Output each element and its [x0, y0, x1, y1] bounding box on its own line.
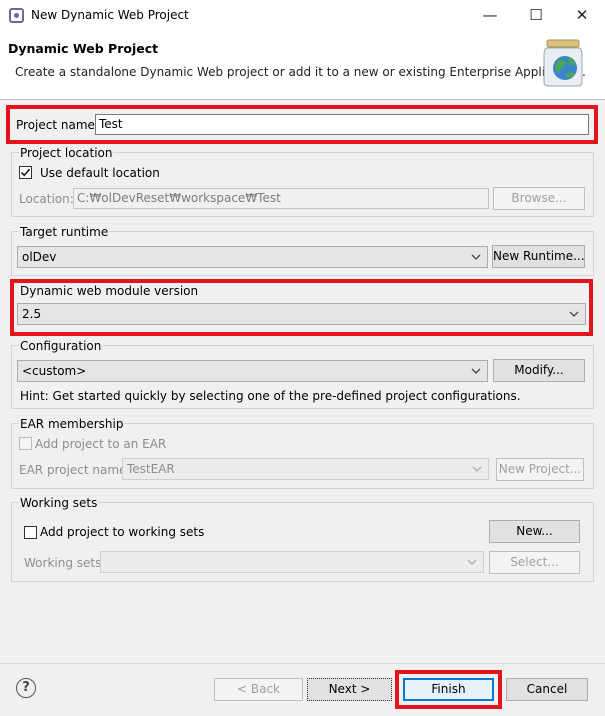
ear-project-name-select[interactable]: TestEAR	[122, 458, 489, 480]
select-working-sets-button[interactable]: Select...	[489, 551, 580, 574]
ear-membership-group-label: EAR membership	[19, 417, 125, 431]
cancel-button[interactable]: Cancel	[506, 678, 588, 701]
help-icon[interactable]: ?	[16, 678, 36, 698]
chevron-down-icon	[467, 559, 477, 565]
ear-project-name-value: TestEAR	[127, 462, 175, 476]
working-sets-group-label: Working sets	[19, 496, 99, 510]
next-button[interactable]: Next >	[307, 678, 392, 701]
project-location-group-label: Project location	[19, 146, 114, 160]
configuration-group-label: Configuration	[19, 339, 103, 353]
location-label: Location:	[19, 192, 74, 206]
configuration-hint: Hint: Get started quickly by selecting o…	[20, 389, 521, 403]
footer-separator	[0, 663, 605, 664]
add-to-working-sets-label: Add project to working sets	[40, 525, 205, 539]
chevron-down-icon	[569, 311, 579, 317]
use-default-location-label: Use default location	[40, 166, 160, 180]
project-name-label: Project name:	[16, 118, 99, 132]
chevron-down-icon	[471, 254, 481, 260]
module-version-value: 2.5	[22, 307, 42, 321]
module-version-label: Dynamic web module version	[20, 284, 199, 298]
configuration-value: <custom>	[22, 364, 87, 378]
location-input[interactable]: C:₩olDevReset₩workspace₩Test	[73, 188, 489, 209]
page-title: Dynamic Web Project	[8, 41, 159, 56]
chevron-down-icon	[471, 368, 481, 374]
close-button[interactable]: ✕	[559, 0, 605, 32]
web-project-jar-icon	[543, 39, 583, 87]
new-runtime-button[interactable]: New Runtime...	[492, 245, 585, 268]
add-to-ear-checkbox[interactable]	[19, 437, 32, 450]
maximize-button[interactable]: ☐	[513, 0, 559, 32]
chevron-down-icon	[472, 466, 482, 472]
title-bar: New Dynamic Web Project — ☐ ✕	[0, 0, 605, 32]
minimize-button[interactable]: —	[467, 0, 513, 32]
target-runtime-value: olDev	[22, 250, 57, 264]
eclipse-app-icon	[9, 8, 24, 23]
back-button[interactable]: < Back	[214, 678, 303, 701]
ear-project-name-label: EAR project name:	[19, 463, 131, 477]
wizard-header: Dynamic Web Project Create a standalone …	[0, 32, 605, 100]
project-name-input[interactable]: Test	[95, 114, 589, 135]
window-title: New Dynamic Web Project	[31, 8, 189, 22]
page-description: Create a standalone Dynamic Web project …	[15, 65, 586, 79]
modify-button[interactable]: Modify...	[493, 359, 585, 382]
checkmark-icon	[20, 168, 31, 177]
add-to-ear-label: Add project to an EAR	[35, 437, 167, 451]
module-version-select[interactable]: 2.5	[17, 303, 586, 325]
new-ear-project-button[interactable]: New Project...	[496, 458, 584, 481]
working-sets-select[interactable]	[100, 551, 484, 573]
target-runtime-select[interactable]: olDev	[17, 246, 488, 268]
new-working-set-button[interactable]: New...	[489, 520, 580, 543]
working-sets-label: Working sets:	[24, 556, 106, 570]
configuration-select[interactable]: <custom>	[17, 360, 488, 382]
browse-button[interactable]: Browse...	[493, 187, 585, 210]
finish-button[interactable]: Finish	[403, 678, 494, 701]
target-runtime-group-label: Target runtime	[19, 225, 110, 239]
use-default-location-checkbox[interactable]	[19, 166, 32, 179]
add-to-working-sets-checkbox[interactable]	[24, 526, 37, 539]
